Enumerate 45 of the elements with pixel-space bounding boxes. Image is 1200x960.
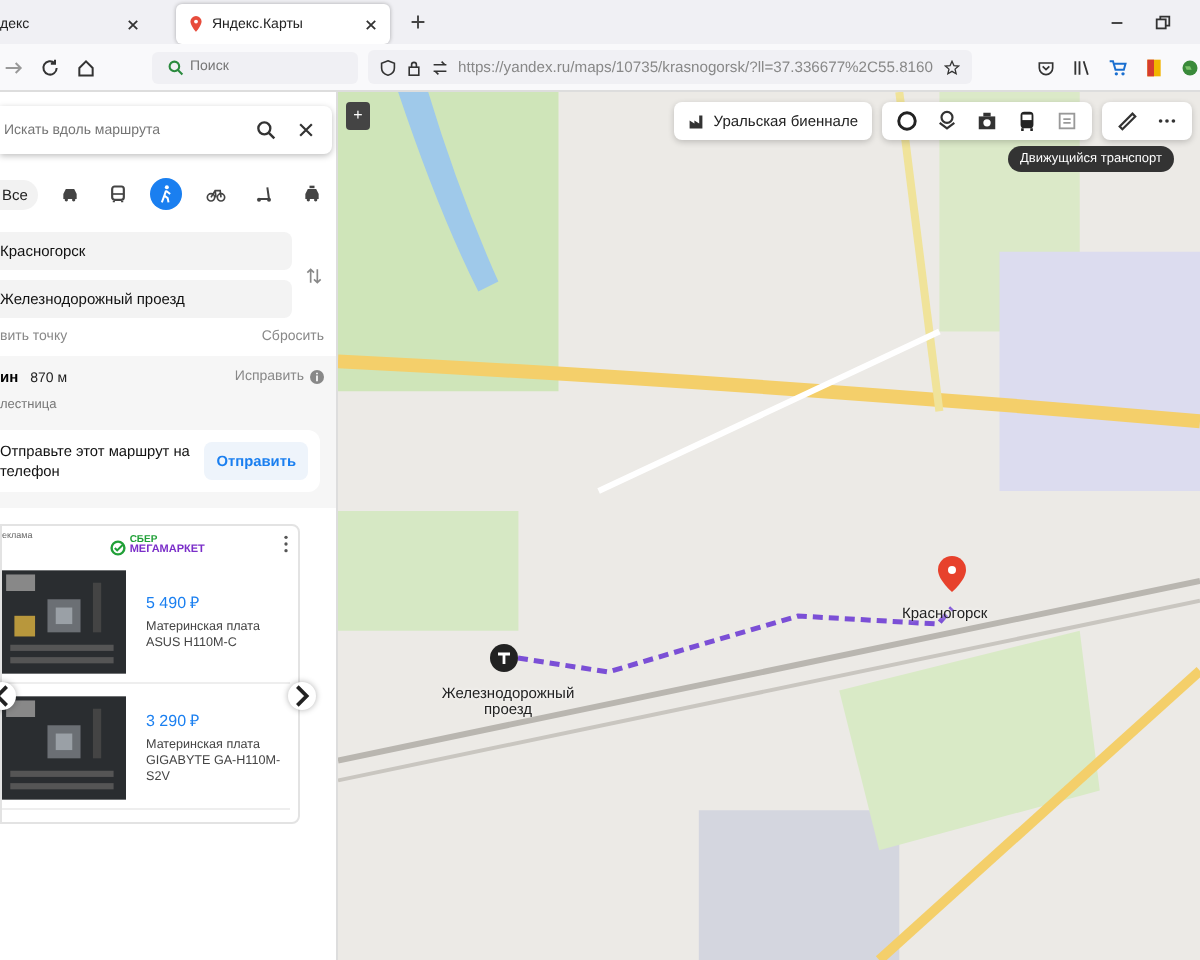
start-marker-icon	[490, 644, 518, 672]
bus-icon[interactable]	[1016, 110, 1038, 132]
motherboard-image[interactable]	[2, 695, 126, 800]
product-price: 5 490 ₽	[146, 592, 203, 613]
forward-icon[interactable]	[4, 57, 24, 77]
pocket-icon[interactable]	[1036, 57, 1056, 77]
car-icon	[60, 184, 81, 204]
walk-icon	[156, 184, 177, 204]
bike-icon	[205, 184, 226, 204]
taxi-icon	[301, 184, 322, 204]
factory-icon	[687, 113, 704, 129]
walk-mode-tab[interactable]	[150, 178, 183, 210]
product-price: 3 290 ₽	[146, 709, 203, 730]
close-icon[interactable]	[126, 17, 140, 31]
map-pin-icon	[938, 556, 966, 592]
cart-icon[interactable]	[1108, 57, 1128, 77]
lock-icon	[406, 59, 422, 75]
flag-icon[interactable]	[1144, 57, 1164, 77]
ruler-icon[interactable]	[1116, 110, 1138, 132]
swap-icon[interactable]	[304, 265, 324, 285]
camera-icon[interactable]	[976, 110, 998, 132]
reload-icon[interactable]	[40, 57, 60, 77]
chevron-right-icon[interactable]	[288, 682, 316, 711]
close-icon[interactable]	[364, 17, 378, 31]
map-pin-icon	[188, 16, 204, 32]
close-icon[interactable]	[296, 120, 316, 140]
star-icon[interactable]	[944, 59, 960, 75]
new-tab-icon[interactable]	[410, 14, 426, 30]
shield-icon	[380, 59, 396, 75]
info-icon[interactable]	[310, 370, 324, 384]
panel-icon[interactable]	[1056, 110, 1078, 132]
globe-icon[interactable]	[1180, 57, 1200, 77]
search-icon[interactable]	[256, 120, 276, 140]
scooter-icon	[253, 184, 274, 204]
home-icon[interactable]	[76, 57, 96, 77]
zoom-in-button[interactable]: +	[346, 102, 370, 130]
more-icon[interactable]	[281, 534, 290, 555]
motherboard-image[interactable]	[2, 569, 126, 674]
search-icon	[168, 59, 184, 75]
layers-icon[interactable]	[936, 110, 958, 132]
ring-icon[interactable]	[896, 110, 918, 132]
bus-icon	[108, 184, 129, 204]
restore-icon[interactable]	[1154, 13, 1172, 31]
permissions-icon	[432, 59, 448, 75]
library-icon[interactable]	[1072, 57, 1092, 77]
